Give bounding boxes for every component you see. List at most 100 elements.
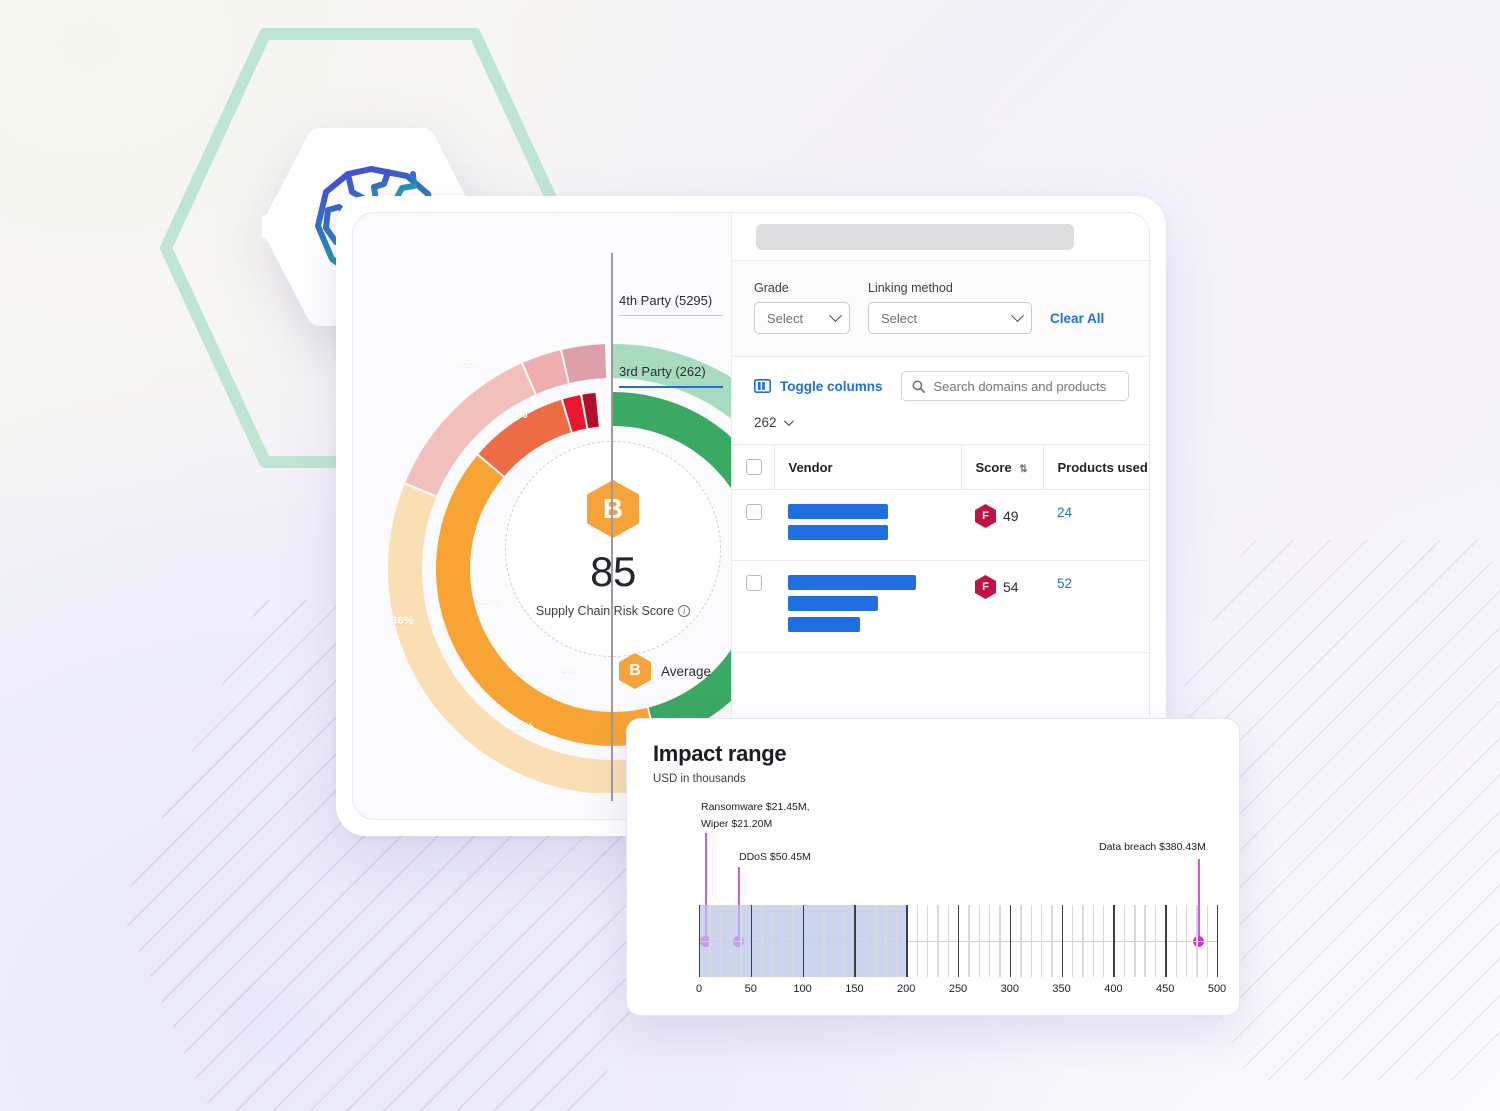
table-header-row: Vendor Score ⇅ Products used [732, 444, 1149, 490]
outer-ring-label-3: 12% [511, 721, 534, 733]
axis-tick-minor [730, 905, 732, 977]
axis-tick-minor [926, 905, 929, 977]
result-count-value: 262 [754, 415, 777, 430]
axis-tick-minor [719, 905, 722, 977]
products-used-cell: 52 [1043, 560, 1149, 653]
axis-tick-minor [1103, 905, 1105, 977]
axis-tick-minor [823, 905, 825, 977]
axis-tick-minor [978, 905, 981, 977]
axis-tick-minor [1071, 905, 1074, 977]
annotation-label-ddos: DDoS $50.45M [739, 851, 811, 863]
vendor-redacted-bar [788, 525, 888, 540]
axis-tick-minor [864, 905, 867, 977]
tab-4th-party[interactable]: 4th Party (5295) [619, 293, 723, 316]
axis-tick-label: 0 [695, 983, 703, 995]
axis-tick-minor [947, 905, 950, 977]
panel-topbar [732, 213, 1149, 261]
score-value: 49 [1003, 508, 1019, 524]
row-checkbox[interactable] [746, 575, 762, 591]
linking-method-filter: Linking method Select [868, 281, 1032, 334]
annotation-label-wiper: Wiper $21.20M [701, 818, 773, 830]
linking-method-label: Linking method [868, 281, 953, 295]
sort-icon[interactable]: ⇅ [1019, 464, 1027, 475]
row-select-cell [732, 489, 774, 561]
vendor-redacted-bar [788, 504, 888, 519]
axis-tick-minor [844, 905, 846, 977]
impact-axis: 0 50 100 150 200 250 300 350 400 450 500 [696, 905, 1226, 995]
axis-tick-minor [1123, 905, 1126, 977]
axis-tick-major [906, 905, 908, 977]
toggle-columns-label: Toggle columns [780, 378, 883, 394]
grade-badge-f: F [975, 575, 996, 599]
inner-ring-label-2: 40% [477, 595, 500, 607]
axis-tick-minor [1134, 905, 1136, 977]
axis-tick-major [1113, 905, 1115, 977]
grade-filter: Grade Select [754, 281, 850, 334]
vendor-table: Vendor Score ⇅ Products used F 49 24 F 5… [732, 444, 1149, 653]
select-all-checkbox[interactable] [746, 459, 762, 475]
axis-tick-label: 450 [1156, 983, 1175, 995]
average-grade-badge: B [619, 653, 651, 689]
clear-all-button[interactable]: Clear All [1050, 311, 1104, 326]
table-row[interactable]: F 54 52 [732, 560, 1149, 653]
risk-score-value: 85 [590, 548, 636, 595]
impact-range-title: Impact range [653, 741, 787, 766]
vendor-redacted-bar [788, 575, 916, 590]
linking-method-value: Select [881, 310, 918, 326]
axis-tick-major [1061, 905, 1063, 977]
table-row[interactable]: F 49 24 [732, 489, 1149, 561]
axis-tick-minor [1154, 905, 1157, 977]
axis-tick-major [699, 905, 701, 977]
select-all-header [732, 444, 775, 490]
topbar-placeholder [756, 223, 1074, 250]
table-toolbar: Toggle columns [732, 357, 1149, 401]
axis-tick-minor [1020, 905, 1022, 977]
col-products-used[interactable]: Products used [1043, 444, 1149, 490]
axis-tick-minor [895, 905, 898, 977]
axis-tick-minor [885, 905, 887, 977]
col-score[interactable]: Score ⇅ [961, 444, 1044, 490]
search-box[interactable] [900, 371, 1129, 401]
axis-tick-minor [1185, 905, 1188, 977]
linking-method-select[interactable]: Select [868, 302, 1032, 334]
grade-badge-f: F [975, 504, 996, 528]
filter-bar: Grade Select Linking method Select Clear… [732, 261, 1149, 357]
axis-tick-major [1009, 905, 1012, 977]
axis-tick-label: 350 [1052, 983, 1071, 995]
chevron-down-icon [829, 308, 842, 322]
axis-tick-minor [916, 905, 918, 977]
grade-badge: B [587, 480, 639, 538]
grade-select-value: Select [767, 310, 804, 326]
axis-tick-major [958, 905, 960, 977]
outer-ring-label-2: 36% [391, 615, 414, 627]
axis-tick-label: 50 [744, 983, 757, 995]
axis-tick-major [750, 905, 753, 977]
average-legend-label: Average [661, 663, 712, 679]
grade-select[interactable]: Select [754, 302, 850, 334]
columns-icon [754, 379, 771, 393]
toggle-columns-button[interactable]: Toggle columns [754, 379, 883, 394]
axis-tick-minor [740, 905, 742, 977]
search-input[interactable] [933, 378, 1118, 394]
info-icon[interactable]: i [678, 605, 691, 617]
axis-tick-label: 250 [948, 983, 968, 995]
axis-tick-minor [812, 905, 815, 977]
row-checkbox[interactable] [746, 504, 762, 520]
impact-range-subtitle: USD in thousands [653, 773, 746, 785]
tab-3rd-party[interactable]: 3rd Party (262) [619, 364, 723, 388]
axis-tick-minor [989, 905, 991, 977]
col-vendor[interactable]: Vendor [774, 444, 962, 490]
axis-tick-minor [709, 905, 711, 977]
axis-tick-major [1165, 905, 1167, 977]
result-count[interactable]: 262 [732, 401, 1149, 444]
products-used-link[interactable]: 24 [1057, 505, 1072, 520]
axis-tick-label: 400 [1104, 983, 1123, 995]
axis-tick-minor [1082, 905, 1084, 977]
score-cell: F 54 [961, 560, 1043, 653]
axis-tick-label: 200 [897, 983, 916, 995]
average-legend: B Average [619, 653, 711, 689]
products-used-link[interactable]: 52 [1057, 576, 1072, 591]
chart-divider [611, 253, 613, 801]
vendor-redacted-bar [788, 617, 860, 632]
axis-tick-minor [937, 905, 939, 977]
